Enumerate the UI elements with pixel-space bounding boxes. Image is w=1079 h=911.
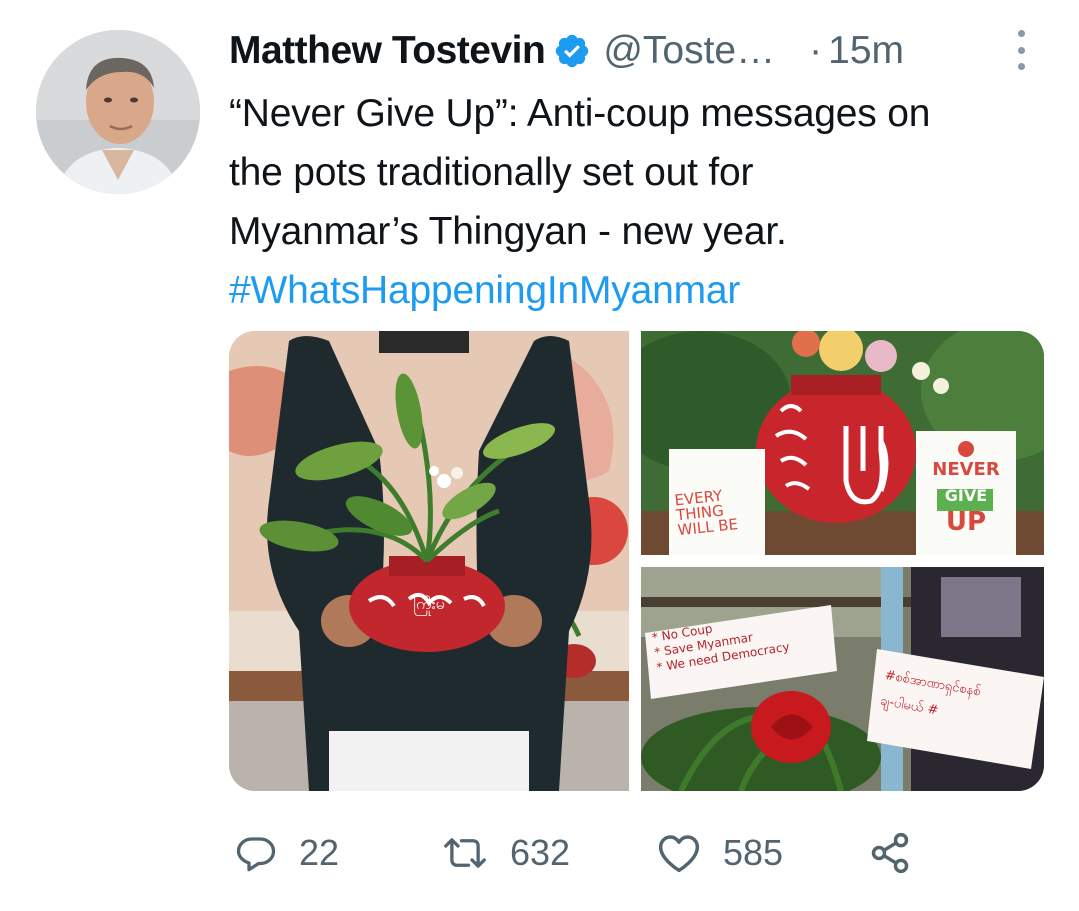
tweet-text-line: the pots traditionally set out for [229,151,754,194]
reply-icon [236,837,276,872]
pot-label: ကြိုးမ [413,594,445,613]
verified-badge-icon [556,34,589,68]
card-line: UP [945,507,987,537]
more-options-icon[interactable] [1011,30,1031,70]
heart-icon [658,835,700,873]
tweet-text-line: Myanmar’s Thingyan - new year. [229,210,787,253]
like-button[interactable]: 585 [657,826,783,880]
media-photo-pot-with-cards[interactable]: EVERY THING WILL BE NEVER GIVE UP [641,331,1044,555]
card-line: GIVE [944,486,988,505]
meta-separator: · [809,29,823,72]
media-photo-rose-with-signs[interactable]: * No Coup * Save Myanmar * We need Democ… [641,567,1044,791]
avatar-photo [36,30,200,194]
tweet-text: “Never Give Up”: Anti-coup messages on t… [229,84,1049,320]
tweet-header: Matthew Tostevin @Toste… · 15m [229,26,1049,76]
tweet-timestamp[interactable]: 15m [828,29,904,73]
tweet-text-line: “Never Give Up”: Anti-coup messages on [229,92,931,135]
card-line: NEVER [932,459,1000,480]
hashtag-link[interactable]: #WhatsHappeningInMyanmar [229,261,1049,320]
share-button[interactable] [867,826,913,880]
share-icon [871,832,909,874]
like-count: 585 [723,832,784,873]
author-avatar[interactable] [36,30,200,194]
retweet-count: 632 [510,832,571,873]
tweet-action-bar: 22 632 585 [229,826,1049,880]
card-every-thing: EVERY THING WILL BE [674,485,762,540]
card-never-give-up: NEVER GIVE UP [923,459,1009,537]
media-photo-person-with-pot[interactable] [229,331,629,791]
media-grid: EVERY THING WILL BE NEVER GIVE UP * No C [229,331,1044,791]
author-name[interactable]: Matthew Tostevin [229,29,546,73]
retweet-button[interactable]: 632 [442,826,570,880]
author-handle[interactable]: @Toste… [603,29,775,73]
reply-count: 22 [299,832,340,873]
reply-button[interactable]: 22 [235,826,339,880]
retweet-icon [444,838,486,868]
